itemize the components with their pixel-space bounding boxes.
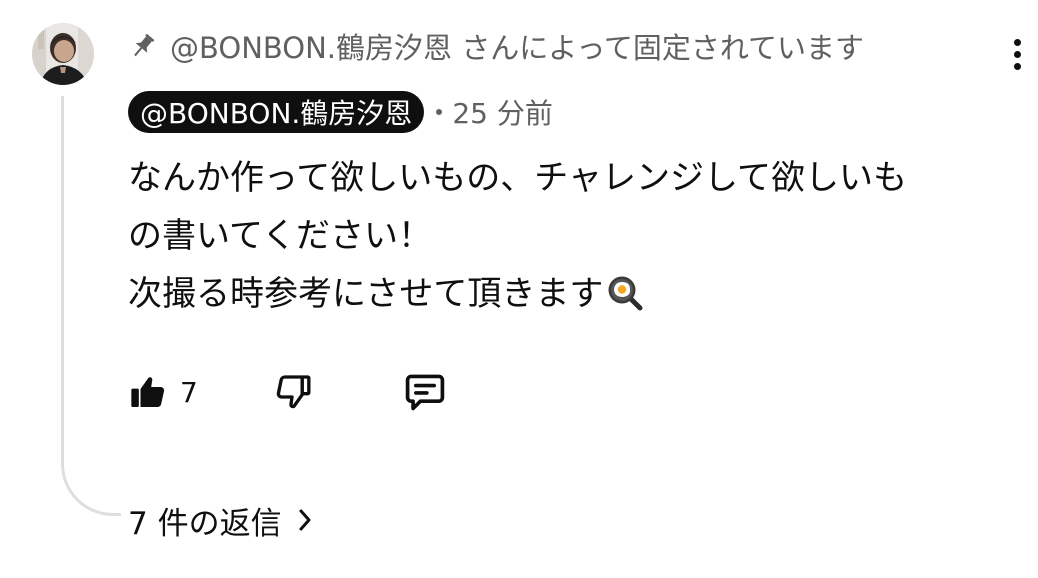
thumbs-up-icon [131,377,165,407]
comment-actions: 7 [128,368,447,416]
reply-button[interactable] [403,370,447,414]
view-replies-button[interactable]: 7 件の返信 [128,498,312,542]
replies-label: 7 件の返信 [128,505,282,542]
like-button[interactable]: 7 [128,372,198,412]
pin-icon [134,33,155,57]
more-dot [1013,50,1021,58]
comment-line: なんか作って欲しいもの、チャレンジして欲しいも [128,158,907,198]
comment-icon [405,374,445,411]
comment-header: @BONBON.鶴房汐恩 25 分前 [128,91,553,133]
avatar[interactable] [32,23,94,85]
thread-line [61,96,121,516]
pinned-indicator: @BONBON.鶴房汐恩 さんによって固定されています [128,26,864,66]
separator-dot [436,109,443,115]
comment-line: 次撮る時参考にさせて頂きます [128,274,604,314]
more-dot [1013,38,1021,46]
comment-line: の書いてください！ [128,216,432,256]
comment-line-with-emoji: 次撮る時参考にさせて頂きます [128,265,1008,323]
pinned-text: @BONBON.鶴房汐恩 さんによって固定されています [170,31,865,65]
frying-pan-egg-emoji [608,276,643,311]
chevron-right-icon [299,509,311,531]
thumbs-down-icon [276,375,311,409]
avatar-image [32,23,94,85]
comment-timestamp[interactable]: 25 分前 [452,92,553,132]
author-name-badge[interactable]: @BONBON.鶴房汐恩 [128,91,425,133]
like-count: 7 [180,375,198,409]
comment-text: なんか作って欲しいもの、チャレンジして欲しいも の書いてください！ 次撮る時参考… [128,149,1008,323]
dislike-button[interactable] [273,372,313,412]
more-dot [1013,62,1021,70]
more-actions-button[interactable] [1000,34,1034,74]
